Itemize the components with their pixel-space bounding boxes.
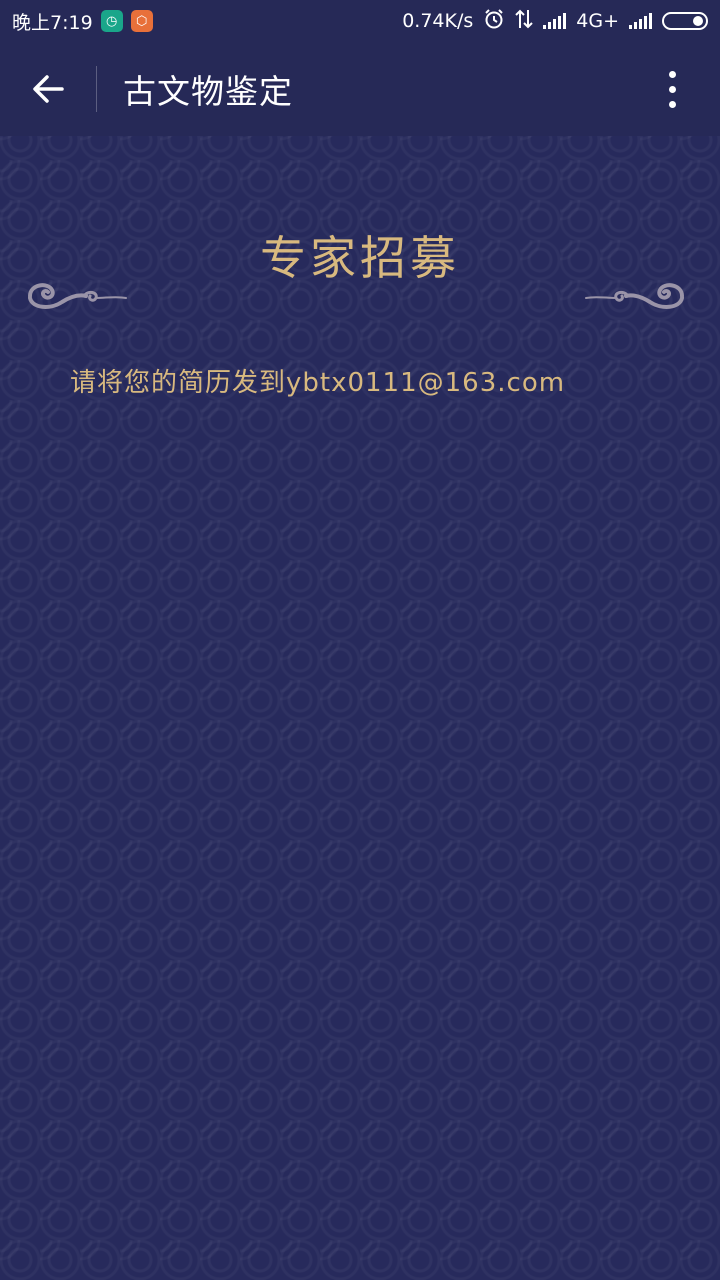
network-type: 4G+	[576, 10, 619, 32]
battery-icon	[662, 12, 708, 30]
more-vertical-icon-dot	[668, 70, 676, 78]
status-left: 晚上7:19 ◷ ⬡	[12, 8, 153, 35]
page-title: 古文物鉴定	[123, 72, 293, 111]
more-options-button[interactable]	[624, 42, 720, 136]
data-transfer-icon	[515, 8, 533, 35]
status-bar: 晚上7:19 ◷ ⬡ 0.74K/s 4G+	[0, 0, 720, 42]
back-button[interactable]	[0, 42, 96, 136]
cloud-ornament-right-icon	[585, 283, 684, 309]
app-bar-divider	[96, 66, 97, 112]
arrow-left-icon	[33, 75, 64, 103]
alarm-icon	[483, 8, 505, 35]
timer-app-icon: ◷	[100, 10, 123, 32]
net-speed: 0.74K/s	[402, 10, 474, 32]
status-time: 晚上7:19	[12, 11, 93, 34]
more-vertical-icon-dot	[668, 85, 676, 93]
signal-icon	[543, 13, 567, 29]
screen: 晚上7:19 ◷ ⬡ 0.74K/s 4G+ 古文物鉴定 专家招募 请将您的简历…	[0, 0, 720, 1280]
status-right: 0.74K/s 4G+	[402, 8, 708, 35]
security-app-icon: ⬡	[130, 10, 153, 32]
cloud-ornament-left-icon	[28, 283, 127, 309]
app-bar: 古文物鉴定	[0, 42, 720, 136]
resume-email-message: 请将您的简历发到ybtx0111@163.com	[70, 368, 566, 398]
signal-icon-2	[629, 13, 652, 29]
more-vertical-icon-dot	[668, 100, 676, 108]
